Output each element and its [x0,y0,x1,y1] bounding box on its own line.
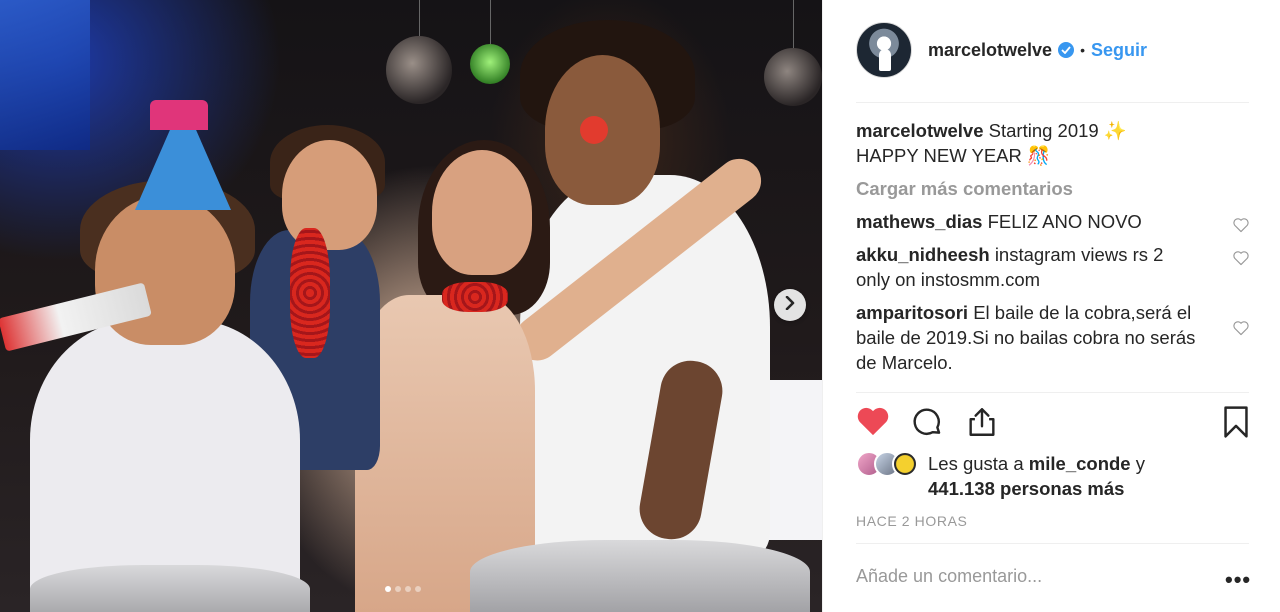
chair [470,540,810,612]
add-comment-input[interactable] [856,566,1196,587]
comment-button[interactable] [910,405,946,441]
post-details-panel: marcelotwelve • Seguir marcelotwelve Sta… [822,0,1280,612]
caption-line-1: Starting 2019 ✨ [988,120,1127,141]
follow-button[interactable]: Seguir [1091,40,1147,61]
lamp-cord [419,0,420,40]
pendant-lamp [470,44,510,84]
likes-prefix: Les gusta a [928,453,1024,474]
comment-text: FELIZ ANO NOVO [987,211,1142,232]
heart-icon [857,407,889,436]
party-hat-top [150,100,208,130]
more-options-button[interactable]: ••• [1225,567,1251,593]
carousel-dot [395,586,401,592]
likes-count[interactable]: 441.138 personas más [928,478,1124,499]
post-timestamp[interactable]: HACE 2 HORAS [856,513,967,529]
pendant-lamp [386,36,452,104]
likes-text: Les gusta a mile_conde y 441.138 persona… [928,451,1168,501]
like-button[interactable] [856,405,892,441]
comment-username[interactable]: amparitosori [856,302,968,323]
pendant-lamp [764,48,822,106]
heart-outline-icon[interactable] [1232,214,1250,233]
post-photo[interactable] [0,0,822,612]
share-icon [969,408,995,436]
likes-connector: y [1135,453,1145,474]
caption-username[interactable]: marcelotwelve [856,120,984,141]
carousel-indicator [385,586,421,592]
divider [856,102,1249,103]
background-screen [0,0,90,150]
likes-summary: Les gusta a mile_conde y 441.138 persona… [856,451,1168,501]
liker-avatars [856,451,918,477]
heart-outline-icon[interactable] [1232,317,1250,336]
comment: akku_nidheesh instagram views rs 2 only … [856,242,1256,292]
comment: amparitosori El baile de la cobra,será e… [856,300,1256,375]
divider [856,392,1249,393]
liker-username[interactable]: mile_conde [1029,453,1131,474]
carousel-dot [385,586,391,592]
comments-section: marcelotwelve Starting 2019 ✨ HAPPY NEW … [856,118,1256,383]
divider [856,543,1249,544]
lamp-cord [793,0,794,50]
clown-nose [580,116,608,144]
heart-outline-icon[interactable] [1232,247,1250,266]
carousel-next-button[interactable] [774,289,806,321]
lamp-cord [490,0,491,46]
caption: marcelotwelve Starting 2019 ✨ HAPPY NEW … [856,118,1256,168]
post-header: marcelotwelve • Seguir [856,22,1147,78]
comment-icon [913,408,941,435]
caption-line-2: HAPPY NEW YEAR 🎊 [856,145,1051,166]
share-button[interactable] [965,405,1001,441]
carousel-dot [415,586,421,592]
load-more-comments-button[interactable]: Cargar más comentarios [856,176,1256,201]
bookmark-icon [1224,406,1248,438]
comment-username[interactable]: mathews_dias [856,211,982,232]
avatar[interactable] [892,451,918,477]
save-button[interactable] [1220,405,1256,441]
post-author-username[interactable]: marcelotwelve [928,40,1052,61]
chevron-right-icon [784,295,796,315]
chair [30,565,310,612]
comment-username[interactable]: akku_nidheesh [856,244,990,265]
post-actions [856,405,1249,445]
verified-icon [1058,42,1075,58]
flower-lei [290,228,330,358]
carousel-dot [405,586,411,592]
separator: • [1080,42,1085,58]
comment: mathews_dias FELIZ ANO NOVO [856,209,1256,234]
child-face [282,140,377,250]
flower-lei [442,282,508,312]
woman-face [432,150,532,275]
avatar[interactable] [856,22,912,78]
